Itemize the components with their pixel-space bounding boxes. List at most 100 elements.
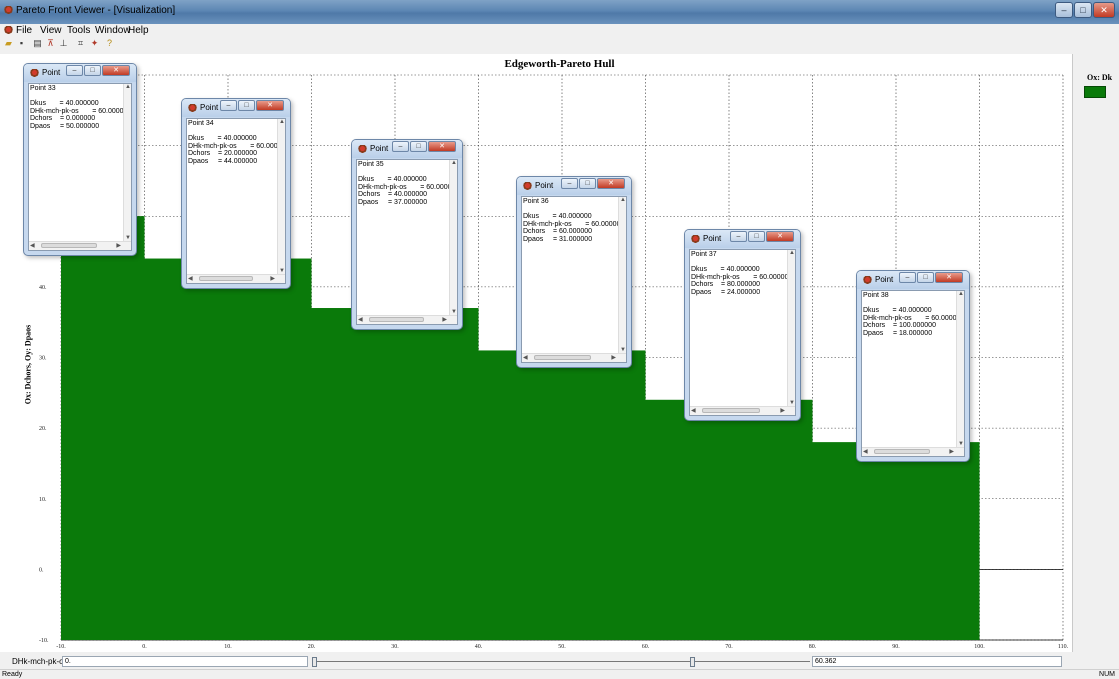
point-icon	[690, 234, 701, 245]
x-tick-label: 50.	[558, 644, 566, 650]
point-dchors: Dchors = 20.000000	[188, 150, 258, 157]
y-tick-label: 40.	[39, 285, 47, 291]
close-icon[interactable]: ✕	[428, 141, 456, 152]
vertical-scrollbar[interactable]: ▲ ▼	[618, 197, 626, 353]
point-window[interactable]: Point – □ ✕ Point 33 Dkus = 40.000000 DHk-mch…	[23, 63, 137, 256]
x-tick-label: 30.	[391, 644, 399, 650]
maximize-icon[interactable]: □	[579, 178, 596, 189]
point-window-title: Point	[200, 103, 219, 112]
maximize-icon[interactable]: □	[748, 231, 765, 242]
point-text-area[interactable]: Point 37 Dkus = 40.000000 DHk-mch-pk-os =…	[689, 249, 796, 416]
point-dhk: DHk-mch-pk-os = 60.000000	[691, 273, 793, 281]
horizontal-scrollbar[interactable]: ◀ ▶	[357, 315, 457, 324]
maximize-icon[interactable]: □	[410, 141, 427, 152]
y-tick-label: 0.	[39, 567, 44, 573]
slider-track[interactable]	[312, 661, 810, 662]
point-dpaos: Dpaos = 44.000000	[188, 157, 258, 165]
point-window-titlebar[interactable]: Point – □ ✕	[352, 140, 462, 158]
status-text: Ready	[2, 671, 23, 678]
point-dpaos: Dpaos = 50.000000	[30, 122, 100, 130]
point-icon	[187, 103, 198, 114]
slider-min-field[interactable]: 0.	[62, 656, 308, 667]
close-icon[interactable]: ✕	[935, 272, 963, 283]
point-text-area[interactable]: Point 36 Dkus = 40.000000 DHk-mch-pk-os =…	[521, 196, 627, 363]
x-tick-label: 0.	[142, 644, 147, 650]
point-window-title: Point	[535, 181, 554, 190]
point-dkus: Dkus = 40.000000	[691, 266, 760, 273]
y-tick-label: 20.	[39, 426, 47, 432]
x-tick-labels: -10. 0. 10. 20. 30. 40. 50. 60. 70. 80. 90. 100. 110…	[56, 644, 1068, 650]
minimize-icon[interactable]: –	[899, 272, 916, 283]
point-window-title: Point	[42, 68, 61, 77]
horizontal-scrollbar[interactable]: ◀ ▶	[187, 274, 285, 283]
minimize-icon[interactable]: –	[220, 100, 237, 111]
maximize-icon[interactable]: □	[238, 100, 255, 111]
point-window-titlebar[interactable]: Point – □ ✕	[685, 230, 800, 248]
point-text-area[interactable]: Point 33 Dkus = 40.000000 DHk-mch-pk-os =…	[28, 83, 132, 251]
status-num: NUM	[1099, 671, 1115, 678]
point-dpaos: Dpaos = 37.000000	[358, 198, 428, 206]
point-window-titlebar[interactable]: Point – □ ✕	[857, 271, 969, 289]
vertical-scrollbar[interactable]: ▲ ▼	[449, 160, 457, 315]
point-dchors: Dchors = 0.000000	[30, 115, 96, 122]
horizontal-scrollbar[interactable]: ◀ ▶	[29, 241, 131, 250]
minimize-icon[interactable]: –	[561, 178, 578, 189]
point-details: Point 36 Dkus = 40.000000 DHk-mch-pk-os =…	[523, 198, 624, 243]
point-icon	[29, 68, 40, 79]
point-window[interactable]: Point – □ ✕ Point 38 Dkus = 40.000000 DHk-mch…	[856, 270, 970, 462]
point-dkus: Dkus = 40.000000	[863, 307, 932, 314]
point-dhk: DHk-mch-pk-os = 60.000000	[188, 142, 286, 150]
point-dhk: DHk-mch-pk-os = 60.000000	[358, 183, 458, 191]
point-details: Point 34 Dkus = 40.000000 DHk-mch-pk-os =…	[188, 120, 286, 165]
minimize-icon[interactable]: –	[730, 231, 747, 242]
point-icon	[862, 275, 873, 286]
point-details: Point 37 Dkus = 40.000000 DHk-mch-pk-os =…	[691, 251, 792, 296]
slider-max-field[interactable]: 60.362	[812, 656, 1062, 667]
horizontal-scrollbar[interactable]: ◀ ▶	[690, 406, 795, 415]
point-dkus: Dkus = 40.000000	[523, 213, 592, 220]
point-text-area[interactable]: Point 35 Dkus = 40.000000 DHk-mch-pk-os =…	[356, 159, 458, 325]
minimize-icon[interactable]: –	[66, 65, 83, 76]
point-window[interactable]: Point – □ ✕ Point 34 Dkus = 40.000000 DHk-mch…	[181, 98, 291, 289]
point-dhk: DHk-mch-pk-os = 60.000000	[863, 314, 965, 322]
horizontal-scrollbar[interactable]: ◀ ▶	[862, 447, 964, 456]
point-window[interactable]: Point – □ ✕ Point 35 Dkus = 40.000000 DHk-mch…	[351, 139, 463, 330]
minimize-icon[interactable]: –	[392, 141, 409, 152]
vertical-scrollbar[interactable]: ▲ ▼	[787, 250, 795, 406]
hull-step	[61, 216, 145, 640]
vertical-scrollbar[interactable]: ▲ ▼	[277, 119, 285, 274]
x-tick-label: 90.	[892, 644, 900, 650]
point-icon	[522, 181, 533, 192]
slider-min-thumb[interactable]	[312, 657, 317, 667]
point-window-titlebar[interactable]: Point – □ ✕	[517, 177, 631, 195]
y-tick-label: -10.	[39, 638, 49, 644]
slider-label: DHk-mch-pk-os	[12, 657, 68, 666]
close-icon[interactable]: ✕	[766, 231, 794, 242]
vertical-scrollbar[interactable]: ▲ ▼	[123, 84, 131, 241]
point-window[interactable]: Point – □ ✕ Point 37 Dkus = 40.000000 DHk-mch…	[684, 229, 801, 421]
point-text-area[interactable]: Point 38 Dkus = 40.000000 DHk-mch-pk-os =…	[861, 290, 965, 457]
point-window-titlebar[interactable]: Point – □ ✕	[24, 64, 136, 82]
maximize-icon[interactable]: □	[917, 272, 934, 283]
maximize-icon[interactable]: □	[84, 65, 101, 76]
point-window[interactable]: Point – □ ✕ Point 36 Dkus = 40.000000 DHk-mch…	[516, 176, 632, 368]
x-tick-label: -10.	[56, 644, 66, 650]
point-id: Point 35	[358, 161, 384, 168]
point-dpaos: Dpaos = 24.000000	[691, 288, 761, 296]
point-dhk: DHk-mch-pk-os = 60.000000	[30, 107, 132, 115]
hull-step	[311, 308, 479, 640]
horizontal-scrollbar[interactable]: ◀ ▶	[522, 353, 626, 362]
vertical-scrollbar[interactable]: ▲ ▼	[956, 291, 964, 447]
x-tick-label: 70.	[725, 644, 733, 650]
point-window-title: Point	[703, 234, 722, 243]
point-details: Point 38 Dkus = 40.000000 DHk-mch-pk-os =…	[863, 292, 964, 337]
point-window-titlebar[interactable]: Point – □ ✕	[182, 99, 290, 117]
point-icon	[357, 144, 368, 155]
close-icon[interactable]: ✕	[256, 100, 284, 111]
close-icon[interactable]: ✕	[597, 178, 625, 189]
point-text-area[interactable]: Point 34 Dkus = 40.000000 DHk-mch-pk-os =…	[186, 118, 286, 284]
close-icon[interactable]: ✕	[102, 65, 130, 76]
slider-max-thumb[interactable]	[690, 657, 695, 667]
hull-step	[645, 399, 813, 640]
x-tick-label: 80.	[809, 644, 817, 650]
